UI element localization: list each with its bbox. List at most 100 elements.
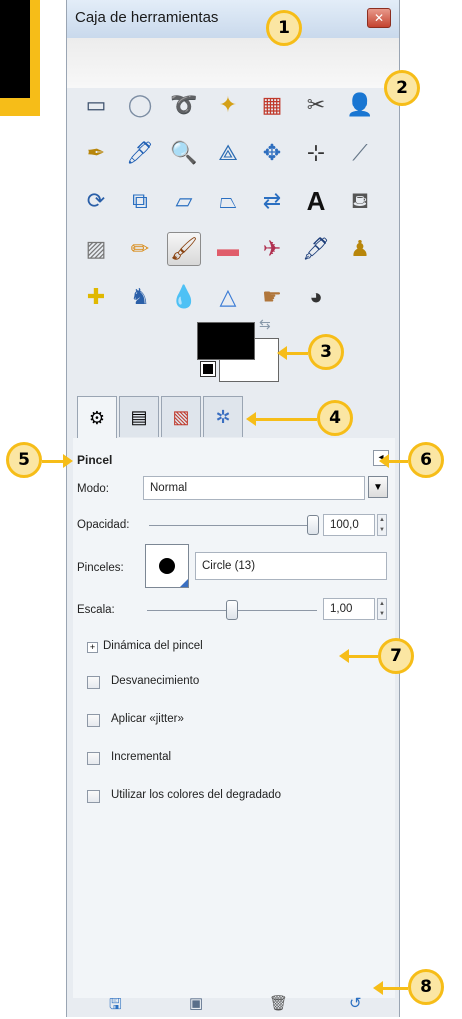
checkbox-0[interactable] (87, 676, 100, 689)
sharpen-icon: △ (219, 284, 237, 309)
opacity-slider-thumb[interactable] (307, 515, 319, 535)
default-colors-icon[interactable] (200, 361, 216, 377)
checkbox-1[interactable] (87, 714, 100, 727)
channels-icon: ▧ (172, 406, 190, 427)
clone-tool[interactable]: ♟ (343, 232, 377, 266)
restore-options-icon[interactable]: ▣ (189, 994, 203, 1012)
checkbox-3[interactable] (87, 790, 100, 803)
tab-channels[interactable]: ▧ (161, 396, 201, 437)
text-tool[interactable]: A (299, 184, 333, 218)
reset-options-icon[interactable]: ↺ (349, 994, 362, 1012)
pencil-tool[interactable]: ✏ (123, 232, 157, 266)
close-button[interactable]: ✕ (367, 8, 391, 28)
zoom-tool[interactable]: 🔍 (167, 136, 201, 170)
delete-options-icon[interactable]: 🗑 (269, 994, 288, 1012)
scale-value-field[interactable]: 1,00 (323, 598, 375, 620)
callout-4-arrow (246, 412, 317, 426)
heal-tool[interactable]: ✚ (79, 280, 113, 314)
crop-icon: ⟋ (352, 140, 368, 165)
text-icon: A (306, 186, 326, 216)
mode-dropdown-button[interactable]: ▼ (368, 476, 388, 498)
rotate-tool[interactable]: ⟳ (79, 184, 113, 218)
scale-label: Escala: (77, 604, 115, 616)
paintbrush-tool[interactable]: 🖌 (167, 232, 201, 266)
move-icon: ✥ (262, 140, 282, 165)
measure-tool[interactable]: ⟁ (211, 136, 245, 170)
tab-paths[interactable]: ✲ (203, 396, 243, 437)
crop-tool[interactable]: ⟋ (343, 136, 377, 170)
airbrush-tool[interactable]: ✈ (255, 232, 289, 266)
pencil-icon: ✏ (130, 236, 150, 261)
fuzzy-select-tool[interactable]: ✦ (211, 88, 245, 122)
ink-icon: 🖋 (302, 236, 330, 261)
eraser-tool[interactable]: ▬ (211, 232, 245, 266)
heal-icon: ✚ (86, 284, 106, 309)
brushes-label: Pinceles: (77, 562, 124, 574)
opacity-value-field[interactable]: 100,0 (323, 514, 375, 536)
wilber-dropzone[interactable] (67, 38, 399, 88)
scale-spinner[interactable]: ▲ ▼ (377, 598, 387, 620)
scale-tool[interactable]: ⧉ (123, 184, 157, 218)
paintbrush-icon: 🖌 (170, 236, 198, 261)
callout-2: 2 (384, 70, 420, 106)
opacity-slider-track[interactable] (149, 525, 319, 526)
ink-tool[interactable]: 🖋 (299, 232, 333, 266)
dodge-burn-tool[interactable]: ◕ (299, 280, 333, 314)
blur-tool[interactable]: 💧 (167, 280, 201, 314)
select-by-color-tool[interactable]: ▦ (255, 88, 289, 122)
opacity-spinner[interactable]: ▲ ▼ (377, 514, 387, 536)
flip-tool[interactable]: ⇄ (255, 184, 289, 218)
expand-dynamics-icon[interactable]: + (87, 642, 98, 653)
save-options-icon[interactable]: 🖫 (109, 994, 122, 1019)
perspective-icon: ⏢ (219, 188, 237, 213)
brush-circle-icon (159, 558, 175, 574)
mode-select[interactable]: Normal (143, 476, 365, 500)
callout-8: 8 (408, 969, 444, 1005)
foreground-color-swatch[interactable] (197, 322, 255, 360)
rotate-icon: ⟳ (86, 188, 106, 213)
scissors-select-icon: ✂ (306, 92, 326, 117)
tab-layers[interactable]: ▤ (119, 396, 159, 437)
smudge-tool[interactable]: ☛ (255, 280, 289, 314)
sharpen-tool[interactable]: △ (211, 280, 245, 314)
ellipse-select-tool[interactable]: ◯ (123, 88, 157, 122)
color-picker-tool[interactable]: 🖊 (123, 136, 157, 170)
perspective-clone-icon: ♞ (130, 284, 150, 309)
perspective-tool[interactable]: ⏢ (211, 184, 245, 218)
checkbox-2[interactable] (87, 752, 100, 765)
dynamics-label[interactable]: Dinámica del pincel (103, 640, 203, 652)
blend-icon: ▨ (85, 236, 107, 261)
mode-value: Normal (150, 482, 188, 494)
foreground-select-tool[interactable]: 👤 (343, 88, 377, 122)
foreground-select-icon: 👤 (346, 92, 374, 117)
scale-value: 1,00 (330, 603, 353, 615)
free-select-tool[interactable]: ➰ (167, 88, 201, 122)
swap-colors-icon[interactable]: ⇆ (259, 316, 271, 333)
shear-icon: ▱ (175, 188, 193, 213)
paths-tool[interactable]: ✒ (79, 136, 113, 170)
scissors-select-tool[interactable]: ✂ (299, 88, 333, 122)
panel-title: Pincel (77, 453, 113, 467)
bottom-toolbar: 🖫 ▣ 🗑 ↺ (73, 995, 395, 1017)
tab-tool-options[interactable]: ⚙ (77, 396, 117, 439)
brush-preview[interactable] (145, 544, 189, 588)
measure-icon: ⟁ (218, 140, 238, 165)
callout-7: 7 (378, 638, 414, 674)
fuzzy-select-icon: ✦ (218, 92, 238, 117)
callout-4: 4 (317, 400, 353, 436)
perspective-clone-tool[interactable]: ♞ (123, 280, 157, 314)
brush-name-field[interactable]: Circle (13) (195, 552, 387, 580)
align-icon: ⊹ (306, 140, 326, 165)
align-tool[interactable]: ⊹ (299, 136, 333, 170)
free-select-icon: ➰ (170, 92, 198, 117)
blend-tool[interactable]: ▨ (79, 232, 113, 266)
rect-select-tool[interactable]: ▭ (79, 88, 113, 122)
bucket-fill-tool[interactable]: ⛾ (343, 184, 377, 218)
move-tool[interactable]: ✥ (255, 136, 289, 170)
tool-options-icon: ⚙ (88, 407, 106, 428)
shear-tool[interactable]: ▱ (167, 184, 201, 218)
callout-5-arrow (42, 454, 73, 468)
brush-name: Circle (13) (202, 560, 256, 572)
scale-slider-thumb[interactable] (226, 600, 238, 620)
side-tab-inner (0, 0, 30, 98)
